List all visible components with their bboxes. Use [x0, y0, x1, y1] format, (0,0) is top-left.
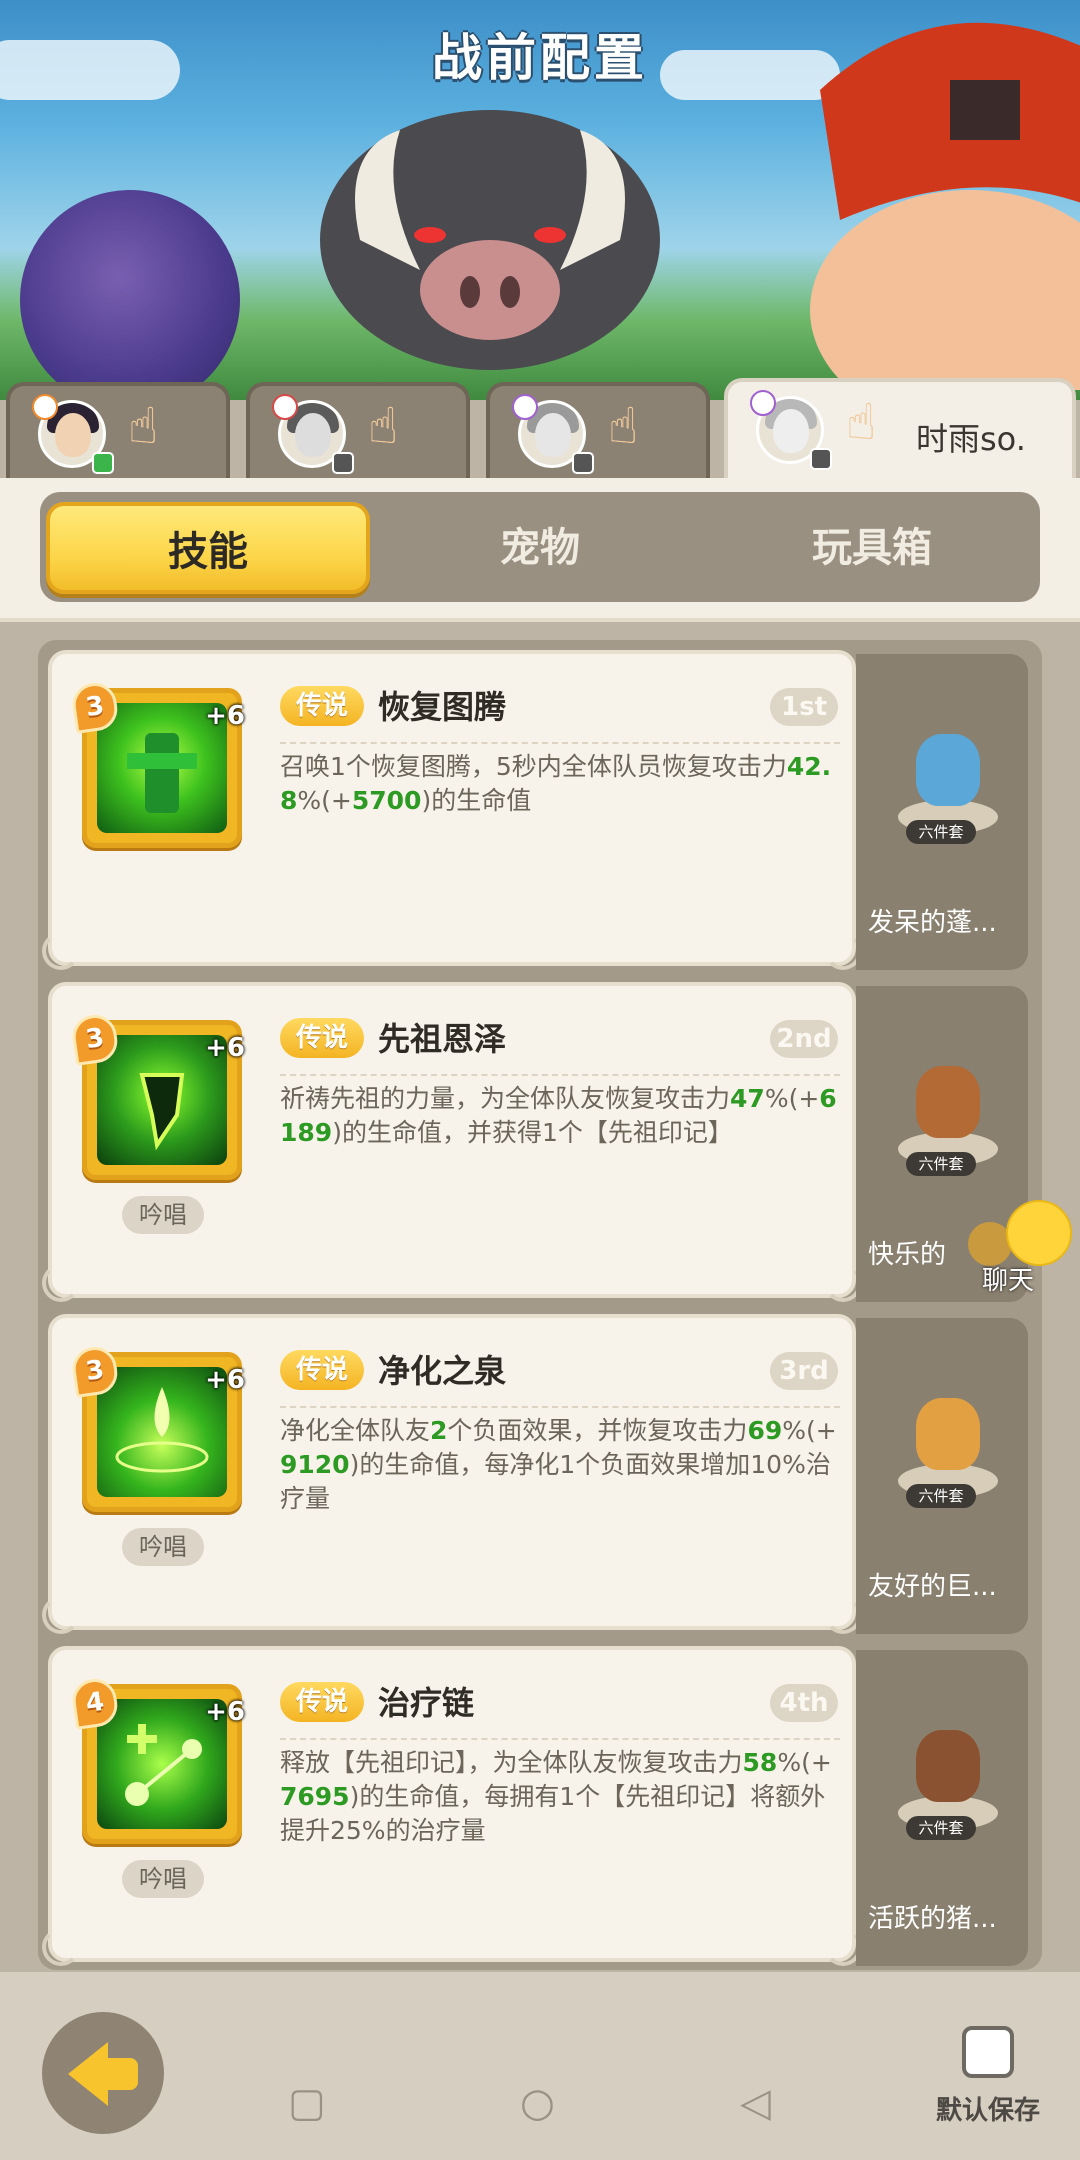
divider	[280, 1738, 840, 1740]
skill-rank: 2nd	[770, 1020, 838, 1058]
pet-figure	[898, 1388, 998, 1498]
player-name: 时雨so.	[916, 420, 1026, 458]
like-hand-icon[interactable]: ☝	[846, 392, 876, 452]
back-arrow-stem	[102, 2058, 138, 2090]
divider	[280, 1406, 840, 1408]
set-tag: 六件套	[906, 1484, 976, 1508]
chant-badge: 吟唱	[122, 1196, 204, 1234]
like-hand-icon[interactable]: ☝	[608, 396, 638, 456]
skill-icon-purify-spring[interactable]: 3 +6	[69, 1344, 245, 1512]
pet-slot-3[interactable]: 六件套 友好的巨...	[856, 1318, 1028, 1634]
player-tab-2[interactable]: ☝	[246, 382, 470, 482]
page-title: 战前配置	[432, 29, 648, 87]
class-badge-icon	[272, 394, 298, 420]
skill-plus: +6	[205, 701, 245, 731]
nav-home-icon[interactable]: ○	[520, 2080, 555, 2126]
skill-plus: +6	[205, 1697, 245, 1727]
hero-banner: 战前配置	[0, 0, 1080, 400]
nav-recents-icon[interactable]: ▢	[288, 2080, 326, 2126]
chant-badge: 吟唱	[122, 1860, 204, 1898]
character-left	[20, 190, 240, 400]
skill-description: 释放【先祖印记】，为全体队友恢复攻击力58%(+7695)的生命值，每拥有1个【…	[280, 1748, 832, 1845]
skill-plus: +6	[205, 1033, 245, 1063]
pet-figure	[898, 1056, 998, 1166]
skill-card-4[interactable]: 4 +6 吟唱 传说 治疗链 4th 释放【先祖印记】，为全体队友恢复攻击力58…	[42, 1646, 862, 1966]
tab-skills[interactable]: 技能	[46, 502, 370, 594]
skill-name: 先祖恩泽	[378, 1020, 507, 1058]
boar-character	[320, 110, 660, 370]
chat-label: 聊天	[982, 1266, 1035, 1296]
pet-figure	[898, 1720, 998, 1830]
set-tag: 六件套	[906, 1152, 976, 1176]
rarity-badge: 传说	[280, 1350, 364, 1390]
skill-rank: 1st	[770, 688, 838, 726]
class-badge-icon	[750, 390, 776, 416]
default-save-checkbox[interactable]	[962, 2026, 1014, 2078]
divider	[280, 1074, 840, 1076]
rarity-badge: 传说	[280, 1018, 364, 1058]
pet-name: 友好的巨...	[868, 1572, 997, 1602]
nav-back-icon[interactable]: ◁	[740, 2080, 771, 2126]
chant-badge: 吟唱	[122, 1528, 204, 1566]
class-badge-icon	[32, 394, 58, 420]
smiley-icon	[1006, 1200, 1072, 1266]
player-tab-3[interactable]: ☝	[486, 382, 710, 482]
player-tab-4[interactable]: ☝ 时雨so.	[724, 378, 1076, 484]
back-button[interactable]	[42, 2012, 164, 2134]
player-tab-1[interactable]: ☝	[6, 382, 230, 482]
skill-icon-healing-totem[interactable]: 3 +6	[69, 680, 245, 848]
device-icon	[572, 452, 594, 474]
pet-name: 发呆的蓬...	[868, 908, 997, 938]
skill-rank: 4th	[770, 1684, 838, 1722]
skill-card-1[interactable]: 3 +6 传说 恢复图腾 1st 召唤1个恢复图腾，5秒内全体队员恢复攻击力42…	[42, 650, 862, 970]
device-icon	[92, 452, 114, 474]
skill-rank: 3rd	[770, 1352, 838, 1390]
tab-pets[interactable]: 宠物	[378, 502, 702, 594]
skill-description: 祈祷先祖的力量，为全体队友恢复攻击力47%(+6189)的生命值，并获得1个【先…	[280, 1084, 837, 1147]
like-hand-icon[interactable]: ☝	[368, 396, 398, 456]
default-save-label: 默认保存	[936, 2096, 1041, 2126]
skill-name: 治疗链	[378, 1684, 475, 1722]
divider	[280, 742, 840, 744]
skill-description: 净化全体队友2个负面效果，并恢复攻击力69%(+9120)的生命值，每净化1个负…	[280, 1416, 837, 1513]
pet-figure	[898, 724, 998, 834]
tab-toybox[interactable]: 玩具箱	[710, 502, 1034, 594]
skill-icon-ancestor-grace[interactable]: 3 +6	[69, 1012, 245, 1180]
pet-slot-4[interactable]: 六件套 活跃的猪...	[856, 1650, 1028, 1966]
skill-plus: +6	[205, 1365, 245, 1395]
pet-name: 活跃的猪...	[868, 1904, 997, 1934]
pet-slot-1[interactable]: 六件套 发呆的蓬...	[856, 654, 1028, 970]
skill-card-3[interactable]: 3 +6 吟唱 传说 净化之泉 3rd 净化全体队友2个负面效果，并恢复攻击力6…	[42, 1314, 862, 1634]
skill-name: 恢复图腾	[378, 688, 507, 726]
device-icon	[810, 448, 832, 470]
like-hand-icon[interactable]: ☝	[128, 396, 158, 456]
chat-button[interactable]: 聊天	[968, 1200, 1072, 1296]
set-tag: 六件套	[906, 1816, 976, 1840]
skill-description: 召唤1个恢复图腾，5秒内全体队员恢复攻击力42.8%(+5700)的生命值	[280, 752, 832, 815]
skill-name: 净化之泉	[378, 1352, 507, 1390]
rarity-badge: 传说	[280, 686, 364, 726]
device-icon	[332, 452, 354, 474]
set-tag: 六件套	[906, 820, 976, 844]
skill-icon-healing-chain[interactable]: 4 +6	[69, 1676, 245, 1844]
class-badge-icon	[512, 394, 538, 420]
skill-card-2[interactable]: 3 +6 吟唱 传说 先祖恩泽 2nd 祈祷先祖的力量，为全体队友恢复攻击力47…	[42, 982, 862, 1302]
rarity-badge: 传说	[280, 1682, 364, 1722]
